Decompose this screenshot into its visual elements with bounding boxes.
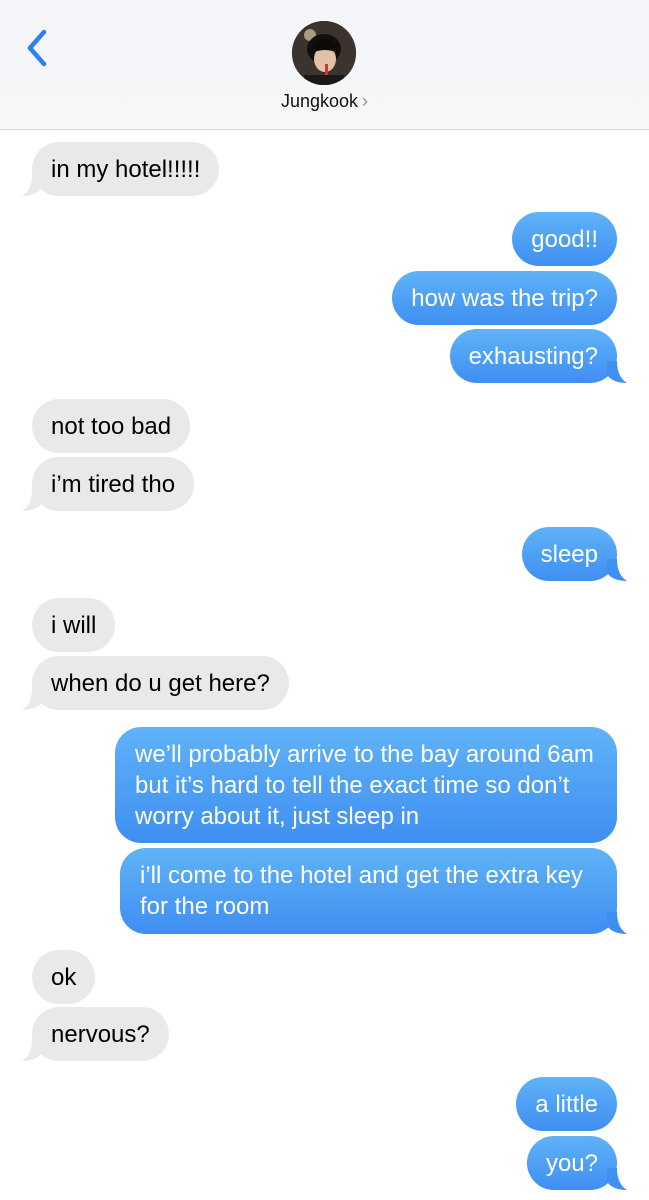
bubble-tail [22,1039,42,1061]
bubble-tail [22,688,42,710]
message-bubble-outgoing[interactable]: you? [526,1136,617,1190]
message-bubble-outgoing[interactable]: exhausting? [449,329,617,383]
contact-avatar[interactable] [292,21,356,85]
bubble-tail [22,489,42,511]
contact-name: Jungkook [280,91,359,111]
bubble-tail [22,174,42,196]
message-bubble-outgoing[interactable]: how was the trip? [392,271,617,325]
message-bubble-incoming[interactable]: ok [32,950,96,1004]
message-bubble-outgoing[interactable]: good!! [512,212,617,266]
message-bubble-outgoing[interactable]: sleep [521,527,617,581]
message-bubble-incoming[interactable]: in my hotel!!!!! [32,142,220,196]
message-thread[interactable]: in my hotel!!!!! good!! how was the trip… [0,130,649,1200]
chevron-right-icon: › [362,91,369,111]
contact-name-button[interactable]: Jungkook › [0,91,649,112]
message-bubble-outgoing[interactable]: i’ll come to the hotel and get the extra… [120,848,617,934]
back-button[interactable] [20,28,54,68]
message-bubble-outgoing[interactable]: a little [516,1077,617,1131]
message-bubble-incoming[interactable]: not too bad [32,399,191,453]
message-bubble-incoming[interactable]: i will [32,598,116,652]
bubble-tail [607,361,627,383]
message-bubble-incoming[interactable]: i’m tired tho [32,457,195,511]
chevron-left-icon [27,29,47,67]
avatar-photo [292,21,356,85]
message-bubble-incoming[interactable]: when do u get here? [32,656,289,710]
message-bubble-incoming[interactable]: nervous? [32,1007,169,1061]
bubble-tail [607,912,627,934]
message-bubble-outgoing[interactable]: we’ll probably arrive to the bay around … [115,727,617,843]
bubble-tail [607,1168,627,1190]
conversation-header: Jungkook › [0,0,649,130]
bubble-tail [607,559,627,581]
